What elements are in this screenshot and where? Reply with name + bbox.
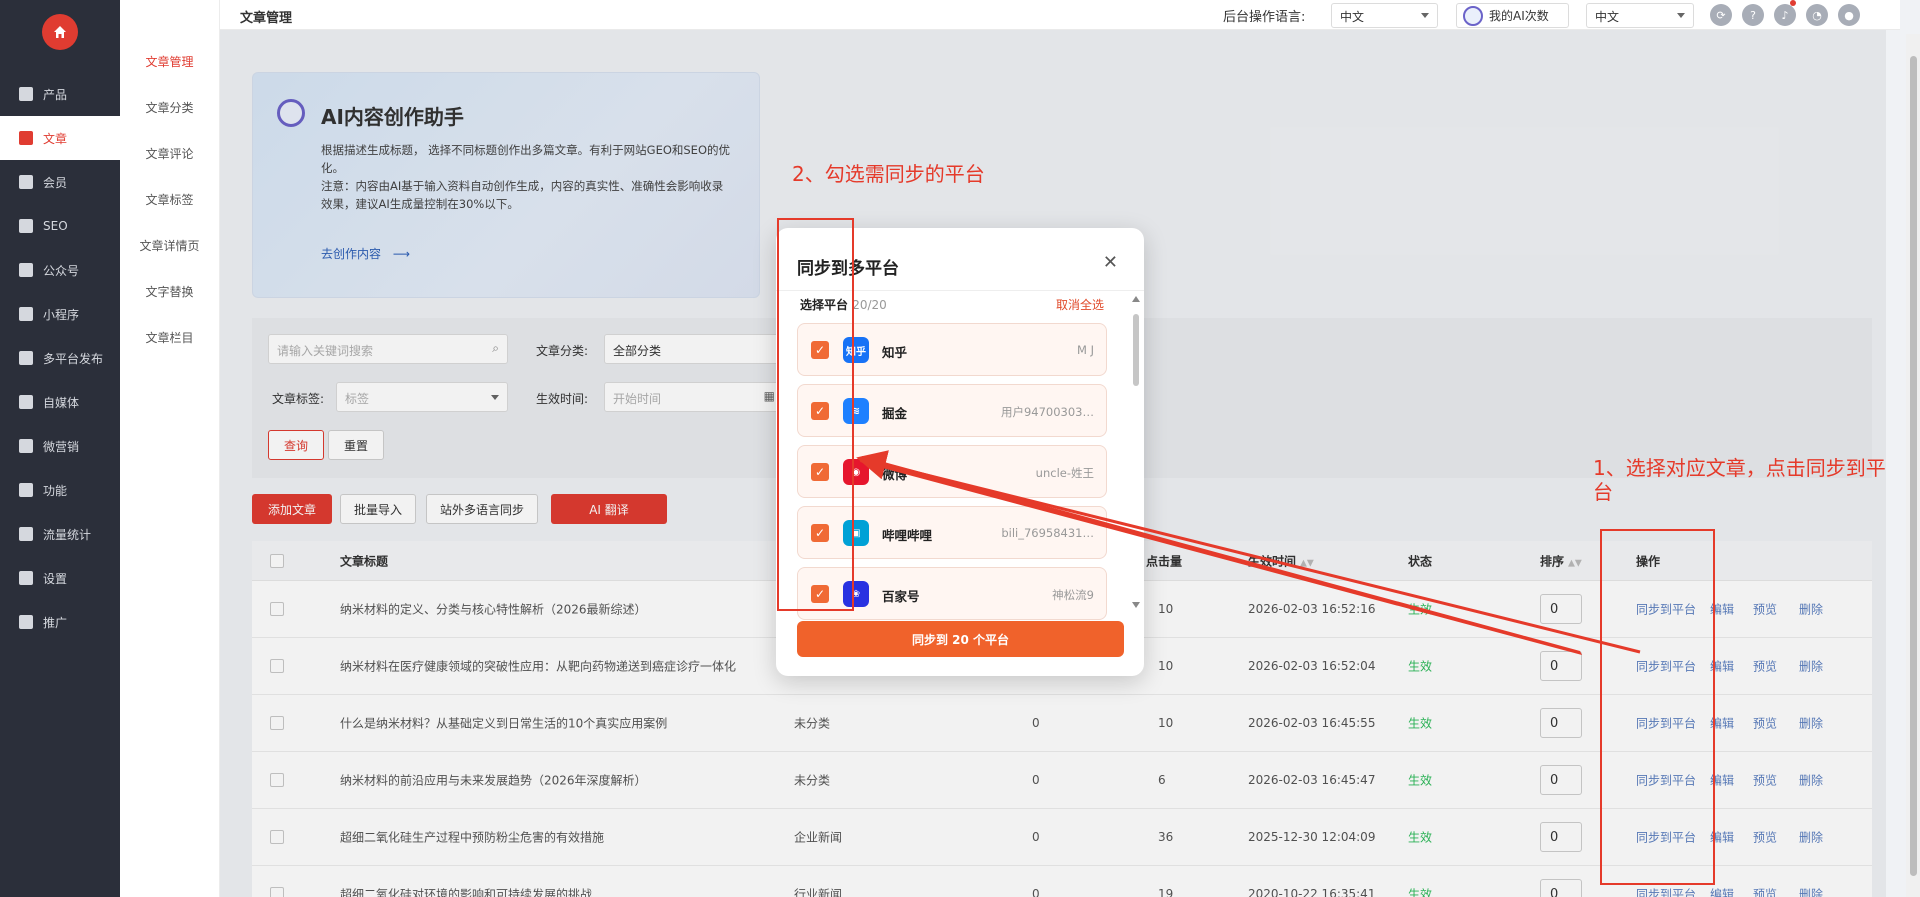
subnav-item-6[interactable]: 文章栏目: [120, 314, 219, 360]
sidebar-item-label: 多平台发布: [43, 351, 104, 366]
sidebar-item-label: 公众号: [43, 263, 80, 278]
sidebar-item-label: 设置: [43, 571, 68, 586]
annotation-step2: 2、勾选需同步的平台: [792, 162, 985, 186]
annotation-box-platforms: [777, 218, 854, 611]
content-language-select[interactable]: 中文: [1586, 3, 1694, 28]
sidebar-item-11[interactable]: 设置: [0, 556, 120, 600]
wechat-icon: [19, 263, 33, 277]
help-icon[interactable]: ?: [1742, 4, 1764, 26]
file-icon: [19, 351, 33, 365]
sidebar-item-label: 小程序: [43, 307, 80, 322]
scroll-down-icon[interactable]: [1132, 602, 1140, 608]
scroll-up-icon[interactable]: [1132, 296, 1140, 302]
top-bar: 文章管理 后台操作语言: 中文 我的AI次数 中文 ⟳ ? ♪ ◔ ●: [220, 0, 1900, 30]
subnav-item-5[interactable]: 文字替换: [120, 268, 219, 314]
main-sidebar: 产品文章会员 SEO 公众号小程序多平台发布自媒体微营销功能流量统计设置推广: [0, 0, 120, 897]
puzzle-icon: [19, 483, 33, 497]
sidebar-item-label: 文章: [43, 131, 68, 146]
home-icon[interactable]: [42, 14, 78, 50]
platform-user: bili_76958431…: [1001, 526, 1094, 540]
subnav-item-2[interactable]: 文章评论: [120, 130, 219, 176]
chevron-down-icon: [1677, 13, 1685, 18]
refresh-icon[interactable]: ⟳: [1710, 4, 1732, 26]
sidebar-item-label: 推广: [43, 615, 68, 630]
unselect-all-button[interactable]: 取消全选: [1056, 296, 1104, 313]
sidebar-item-label: 微营销: [43, 439, 80, 454]
platform-user: uncle-姓王: [1035, 466, 1094, 480]
sidebar-item-label: 会员: [43, 175, 68, 190]
avatar[interactable]: ●: [1838, 4, 1860, 26]
sidebar-item-2[interactable]: 会员: [0, 160, 120, 204]
language-select-value: 中文: [1340, 10, 1365, 24]
modal-scrollbar[interactable]: [1132, 296, 1140, 608]
bar-chart-icon: [19, 527, 33, 541]
sidebar-item-8[interactable]: 微营销: [0, 424, 120, 468]
grid-icon: [19, 87, 33, 101]
annotation-box-ops: [1600, 529, 1715, 885]
platform-name: 掘金: [882, 406, 908, 421]
subnav-item-3[interactable]: 文章标签: [120, 176, 219, 222]
sidebar-item-9[interactable]: 功能: [0, 468, 120, 512]
page-title: 文章管理: [240, 11, 293, 26]
notification-dot: [1790, 0, 1796, 6]
language-label: 后台操作语言:: [1223, 10, 1306, 25]
gear-icon: [19, 571, 33, 585]
platform-user: 神松流9: [1052, 588, 1094, 602]
robot-icon: [1463, 5, 1483, 26]
subnav-item-4[interactable]: 文章详情页: [120, 222, 219, 268]
file-icon: [19, 219, 33, 233]
platform-name: 百家号: [882, 589, 920, 604]
annotation-step1: 1、选择对应文章，点击同步到平台: [1593, 456, 1886, 504]
sidebar-item-1[interactable]: 文章: [0, 116, 120, 160]
sidebar-item-3[interactable]: SEO: [0, 204, 120, 248]
page-scroll-thumb[interactable]: [1910, 56, 1917, 876]
sub-nav: 文章管理 文章分类 文章评论 文章标签 文章详情页 文字替换 文章栏目: [120, 0, 220, 897]
document-icon: [19, 131, 33, 145]
platform-user: 用户94700303…: [1000, 405, 1094, 419]
bell-icon[interactable]: ♪: [1774, 4, 1796, 26]
growth-icon: [19, 615, 33, 629]
sidebar-item-12[interactable]: 推广: [0, 600, 120, 644]
subnav-item-1[interactable]: 文章分类: [120, 84, 219, 130]
miniapp-icon: [19, 307, 33, 321]
select-platform-count: 20/20: [852, 298, 887, 312]
sidebar-item-4[interactable]: 公众号: [0, 248, 120, 292]
sidebar-item-6[interactable]: 多平台发布: [0, 336, 120, 380]
modal-scroll-thumb[interactable]: [1133, 314, 1139, 386]
content-language-value: 中文: [1595, 10, 1620, 24]
sidebar-nav: 产品文章会员 SEO 公众号小程序多平台发布自媒体微营销功能流量统计设置推广: [0, 72, 120, 644]
clock-icon[interactable]: ◔: [1806, 4, 1828, 26]
sync-submit-button[interactable]: 同步到 20 个平台: [797, 621, 1124, 657]
language-select[interactable]: 中文: [1331, 3, 1438, 28]
page-scrollbar[interactable]: [1906, 34, 1920, 897]
sidebar-item-label: 功能: [43, 483, 68, 498]
chevron-down-icon: [1421, 13, 1429, 18]
ai-quota-label: 我的AI次数: [1489, 9, 1549, 23]
sidebar-item-label: 流量统计: [43, 527, 92, 542]
sidebar-item-label: SEO: [43, 219, 68, 233]
sidebar-item-label: 产品: [43, 87, 68, 102]
sidebar-item-7[interactable]: 自媒体: [0, 380, 120, 424]
v-icon: [19, 395, 33, 409]
ai-quota-button[interactable]: 我的AI次数: [1456, 3, 1569, 28]
close-icon[interactable]: ✕: [1103, 252, 1118, 273]
user-icon: [19, 175, 33, 189]
platform-user: M J: [1077, 343, 1094, 357]
platform-name: 哔哩哔哩: [882, 528, 933, 543]
platform-name: 知乎: [882, 345, 908, 360]
sidebar-item-0[interactable]: 产品: [0, 72, 120, 116]
bag-icon: [19, 439, 33, 453]
sidebar-item-10[interactable]: 流量统计: [0, 512, 120, 556]
subnav-item-0[interactable]: 文章管理: [120, 38, 219, 84]
platform-name: 微博: [882, 467, 908, 482]
sidebar-item-5[interactable]: 小程序: [0, 292, 120, 336]
sidebar-item-label: 自媒体: [43, 395, 80, 410]
